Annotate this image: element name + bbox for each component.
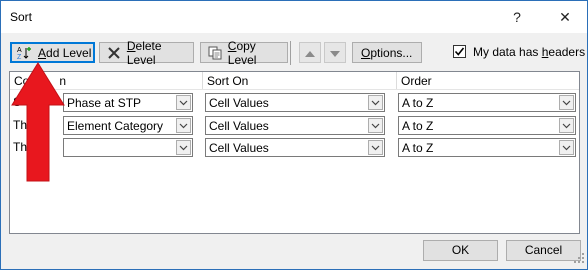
column-select[interactable]: Phase at STP bbox=[63, 93, 193, 112]
headers-label-post: eaders bbox=[548, 45, 586, 59]
header-divider bbox=[396, 72, 397, 89]
sort-on-select[interactable]: Cell Values bbox=[205, 93, 385, 112]
sort-dialog: Sort ? ✕ A Z Add Level Delete Level Copy… bbox=[0, 0, 588, 270]
ok-button[interactable]: OK bbox=[423, 240, 498, 261]
options-button[interactable]: Options... bbox=[352, 42, 422, 63]
header-rule bbox=[10, 89, 579, 90]
delete-x-icon bbox=[106, 46, 122, 60]
title-bar: Sort ? ✕ bbox=[1, 1, 587, 33]
cancel-button[interactable]: Cancel bbox=[506, 240, 581, 261]
order-select[interactable]: A to Z bbox=[398, 138, 576, 157]
headers-label-pre: My data has bbox=[473, 45, 542, 59]
order-header: Order bbox=[401, 74, 432, 88]
order-select[interactable]: A to Z bbox=[398, 93, 576, 112]
chevron-down-icon[interactable] bbox=[559, 140, 574, 155]
chevron-down-icon[interactable] bbox=[176, 140, 191, 155]
move-down-button[interactable] bbox=[324, 42, 346, 63]
add-level-button[interactable]: A Z Add Level bbox=[10, 42, 95, 63]
order-select-value: A to Z bbox=[402, 96, 434, 110]
add-level-label: dd Level bbox=[46, 45, 92, 60]
options-label: ptions... bbox=[370, 45, 413, 60]
sort-on-select-value: Cell Values bbox=[209, 96, 269, 110]
chevron-down-icon[interactable] bbox=[368, 140, 383, 155]
headers-checkbox-label[interactable]: My data has headers bbox=[473, 45, 585, 59]
sort-on-select[interactable]: Cell Values bbox=[205, 138, 385, 157]
sort-on-header: Sort On bbox=[207, 74, 249, 88]
order-select-value: A to Z bbox=[402, 119, 434, 133]
triangle-down-icon bbox=[330, 46, 340, 60]
window-title: Sort bbox=[10, 10, 33, 24]
add-level-icon: A Z bbox=[17, 46, 33, 60]
header-divider bbox=[202, 72, 203, 89]
close-button[interactable]: ✕ bbox=[553, 6, 577, 28]
add-level-accel: A bbox=[38, 45, 47, 60]
toolbar-separator bbox=[290, 41, 291, 65]
delete-level-accel: D bbox=[126, 38, 136, 53]
chevron-down-icon[interactable] bbox=[559, 95, 574, 110]
copy-level-button[interactable]: Copy Level bbox=[200, 39, 288, 67]
triangle-up-icon bbox=[305, 46, 315, 60]
svg-text:Z: Z bbox=[17, 54, 22, 60]
column-select-value: Phase at STP bbox=[67, 96, 142, 110]
chevron-down-icon[interactable] bbox=[368, 95, 383, 110]
chevron-down-icon[interactable] bbox=[176, 95, 191, 110]
annotation-arrow-icon bbox=[11, 62, 65, 182]
help-button[interactable]: ? bbox=[505, 6, 529, 28]
sort-on-select[interactable]: Cell Values bbox=[205, 116, 385, 135]
column-select[interactable]: Element Category bbox=[63, 116, 193, 135]
options-accel: O bbox=[361, 45, 371, 60]
column-select[interactable] bbox=[63, 138, 193, 157]
delete-level-button[interactable]: Delete Level bbox=[99, 38, 194, 67]
copy-icon bbox=[207, 46, 223, 60]
resize-grip-icon[interactable] bbox=[574, 252, 584, 266]
sort-on-select-value: Cell Values bbox=[209, 141, 269, 155]
checkmark-icon bbox=[454, 47, 465, 56]
chevron-down-icon[interactable] bbox=[559, 118, 574, 133]
chevron-down-icon[interactable] bbox=[368, 118, 383, 133]
order-select[interactable]: A to Z bbox=[398, 116, 576, 135]
order-select-value: A to Z bbox=[402, 141, 434, 155]
sort-on-select-value: Cell Values bbox=[209, 119, 269, 133]
sort-levels-grid: Con Sort On Order S Phase at STP Cell Va… bbox=[9, 71, 580, 234]
svg-text:A: A bbox=[17, 47, 22, 54]
column-select-value: Element Category bbox=[67, 119, 164, 133]
chevron-down-icon[interactable] bbox=[176, 118, 191, 133]
move-up-button[interactable] bbox=[299, 42, 321, 63]
headers-checkbox[interactable] bbox=[453, 45, 466, 58]
